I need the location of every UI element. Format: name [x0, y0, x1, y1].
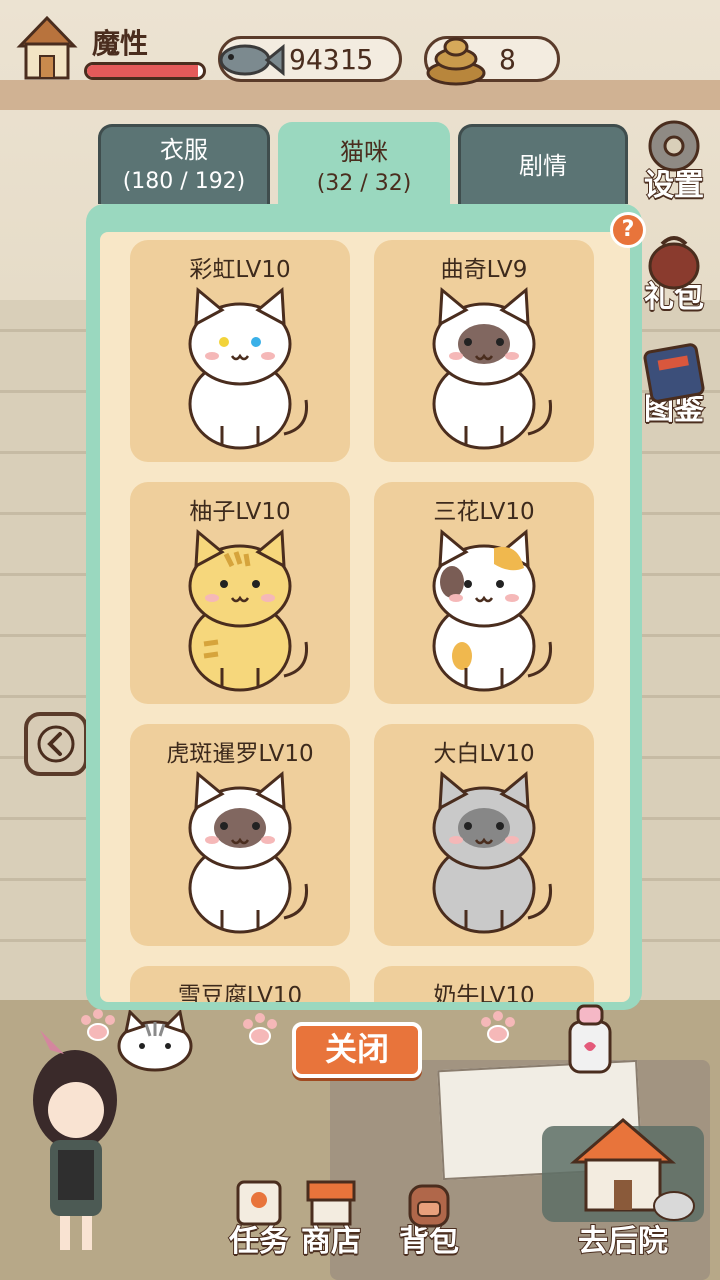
- paw-print-icon: [481, 1011, 515, 1043]
- backyard-label: 去后院: [577, 1223, 669, 1260]
- settings-button[interactable]: 设置: [634, 116, 714, 204]
- hp-bar: [84, 62, 206, 80]
- cat-card[interactable]: 三花LV10: [374, 482, 594, 704]
- cat-illustration: [432, 770, 553, 934]
- shop-awning-icon: [306, 1180, 356, 1226]
- paw-print-icon: [243, 1013, 277, 1045]
- shop-button[interactable]: 商店: [290, 1176, 372, 1260]
- background-shelf: [0, 80, 720, 110]
- tasks-button[interactable]: 任务: [218, 1176, 300, 1260]
- tab-clothes-count: (180 / 192): [122, 168, 246, 194]
- poop-icon: [426, 37, 486, 86]
- backpack-icon: [408, 1184, 450, 1228]
- cat-card[interactable]: 柚子LV10: [130, 482, 350, 704]
- cat-card[interactable]: 大白LV10: [374, 724, 594, 946]
- gear-icon: [648, 120, 700, 172]
- cat-card[interactable]: 彩虹LV10: [130, 240, 350, 462]
- cat-name: 虎斑暹罗LV10: [166, 741, 314, 767]
- cat-name: 奶牛LV10: [433, 983, 535, 1002]
- bottle-icon: [568, 1004, 612, 1074]
- tab-story[interactable]: 剧情: [458, 124, 628, 204]
- cat-card[interactable]: 曲奇LV9: [374, 240, 594, 462]
- cat-name: 三花LV10: [433, 499, 535, 525]
- fish-currency[interactable]: 94315: [218, 36, 402, 82]
- backyard-button[interactable]: 去后院: [534, 1106, 712, 1266]
- chevron-left-icon: [37, 725, 75, 763]
- book-icon: [643, 343, 705, 403]
- player-name: 魔性: [92, 27, 149, 60]
- cat-card[interactable]: 虎斑暹罗LV10: [130, 724, 350, 946]
- poop-currency[interactable]: 8: [424, 36, 560, 86]
- close-button[interactable]: 关闭: [292, 1022, 422, 1078]
- task-scroll-icon: [236, 1180, 282, 1226]
- tab-story-label: 剧情: [519, 151, 567, 180]
- cat-illustration: [432, 528, 553, 692]
- cat-name: 雪豆腐LV10: [177, 983, 303, 1002]
- cat-illustration: [188, 770, 309, 934]
- fish-count: 94315: [289, 42, 374, 76]
- collection-panel: 彩虹LV10 曲奇LV9 柚子LV10 三花LV10 虎斑暹罗LV10 大白LV10 雪豆腐…: [86, 204, 642, 1010]
- cat-illustration: [188, 528, 309, 692]
- gift-button[interactable]: 礼包: [634, 228, 714, 316]
- guide-button[interactable]: 图鉴: [634, 340, 714, 428]
- tab-clothes-label: 衣服: [160, 135, 208, 164]
- fish-icon: [219, 43, 285, 77]
- cat-name: 曲奇LV9: [440, 257, 528, 283]
- poop-count: 8: [499, 42, 516, 76]
- cat-card[interactable]: 雪豆腐LV10: [130, 966, 350, 1002]
- back-button[interactable]: [24, 712, 88, 776]
- hp-bar-fill: [87, 65, 199, 77]
- help-button[interactable]: ?: [610, 212, 646, 248]
- tab-cats-label: 猫咪: [340, 137, 388, 166]
- gift-bag-icon: [648, 236, 700, 290]
- tab-cats-count: (32 / 32): [316, 170, 412, 196]
- cat-card[interactable]: 奶牛LV10: [374, 966, 594, 1002]
- bag-button[interactable]: 背包: [388, 1176, 470, 1260]
- cat-illustration: [188, 286, 309, 450]
- cat-name: 柚子LV10: [189, 499, 291, 525]
- cat-name: 彩虹LV10: [189, 257, 291, 283]
- cat-illustration: [432, 286, 553, 450]
- cat-list[interactable]: 彩虹LV10 曲奇LV9 柚子LV10 三花LV10 虎斑暹罗LV10 大白LV10 雪豆腐…: [100, 232, 630, 1002]
- tab-cats[interactable]: 猫咪 (32 / 32): [278, 122, 450, 210]
- small-cat-icon: [117, 1010, 193, 1072]
- home-icon[interactable]: [14, 12, 80, 84]
- tab-clothes[interactable]: 衣服 (180 / 192): [98, 124, 270, 204]
- cat-name: 大白LV10: [433, 741, 535, 767]
- backyard-house-icon: [542, 1118, 704, 1222]
